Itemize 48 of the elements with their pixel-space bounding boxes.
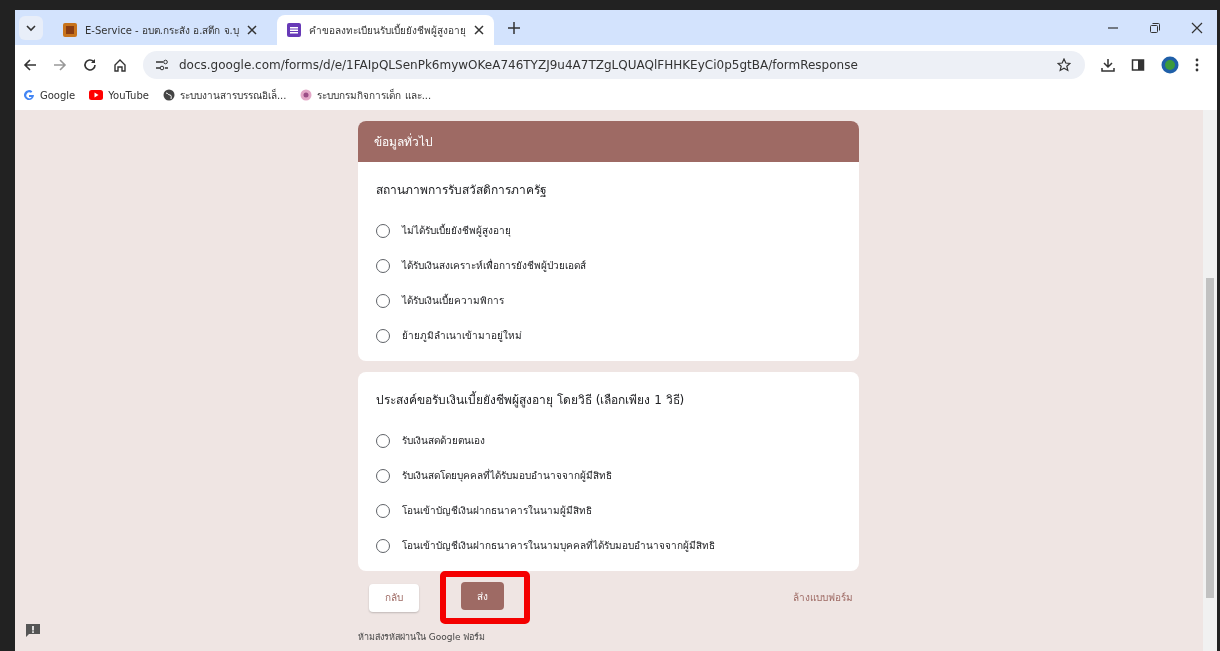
more-menu-icon[interactable] <box>1195 58 1199 72</box>
radio-option[interactable]: ได้รับเงินสงเคราะห์เพื่อการยังชีพผู้ป่วยเอดส์ <box>376 248 841 283</box>
radio-option[interactable]: ไม่ได้รับเบี้ยยังชีพผู้สูงอายุ <box>376 213 841 248</box>
close-tab-icon[interactable] <box>473 25 484 35</box>
url-text: docs.google.com/forms/d/e/1FAIpQLSenPk6mywOKeA746TYZJ9u4A7TZgLQUAQlFHHKEyCi0p5gtBA/formResponse <box>179 58 858 72</box>
submit-button[interactable]: ส่ง <box>461 582 504 610</box>
bookmark-link[interactable]: Google <box>23 89 76 101</box>
play-logo-icon <box>89 90 104 100</box>
profile-avatar-icon[interactable] <box>1161 56 1179 74</box>
close-tab-icon[interactable] <box>246 25 257 35</box>
globe-icon <box>162 89 175 101</box>
tab-search-button[interactable] <box>19 15 43 40</box>
side-panel-icon[interactable] <box>1131 58 1145 72</box>
browser-tab[interactable]: คำขอลงทะเบียนรับเบี้ยยังชีพผู้สูงอายุ <box>276 15 494 45</box>
radio-option[interactable]: ย้ายภูมิลำเนาเข้ามาอยู่ใหม่ <box>376 318 841 353</box>
question-title: สถานภาพการรับสวัสดิการภาครัฐ <box>376 182 548 199</box>
site-settings-icon[interactable] <box>155 59 169 71</box>
tab-title: E-Service - อบต.กระสัง อ.สตึก จ.บุ <box>85 23 239 38</box>
home-icon[interactable] <box>113 58 127 72</box>
password-warning: ห้ามส่งรหัสผ่านใน Google ฟอร์ม <box>358 631 487 644</box>
restore-icon[interactable] <box>1149 21 1161 34</box>
g-logo-icon <box>23 89 35 101</box>
question-title: ประสงค์ขอรับเงินเบี้ยยังชีพผู้สูงอายุ โดยวิธี (เลือกเพียง 1 วิธี) <box>376 390 686 409</box>
address-bar[interactable]: docs.google.com/forms/d/e/1FAIpQLSenPk6mywOKeA746TYZJ9u4A7TZgLQUAQlFHHKEyCi0p5gtBA/formResponse <box>143 51 1085 79</box>
round-logo-icon <box>300 89 313 101</box>
back-button[interactable]: กลับ <box>369 583 419 612</box>
feedback-icon[interactable] <box>25 623 41 639</box>
clear-form-link[interactable]: ล้างแบบฟอร์ม <box>793 590 859 605</box>
bookmark-link[interactable]: ระบบกรมกิจการเด็ก และ... <box>300 87 432 103</box>
star-icon[interactable] <box>1057 58 1071 72</box>
section-header: ข้อมูลทั่วไป <box>358 121 859 162</box>
back-arrow-icon[interactable] <box>23 58 37 72</box>
bookmark-link[interactable]: ระบบงานสารบรรณอิเล็... <box>162 87 287 103</box>
radio-option[interactable]: โอนเข้าบัญชีเงินฝากธนาคารในนามผู้มีสิทธิ <box>376 493 841 528</box>
new-tab-icon[interactable] <box>507 21 520 34</box>
reload-icon[interactable] <box>83 58 97 72</box>
radio-option[interactable]: รับเงินสดด้วยตนเอง <box>376 423 841 458</box>
forward-arrow-icon[interactable] <box>53 58 67 72</box>
tab-title: คำขอลงทะเบียนรับเบี้ยยังชีพผู้สูงอายุ <box>308 22 466 38</box>
forms-favicon-icon <box>286 23 301 37</box>
radio-option[interactable]: โอนเข้าบัญชีเงินฝากธนาคารในนามบุคคลที่ได้รับมอบอำนาจจากผู้มีสิทธิ <box>376 528 841 563</box>
radio-option[interactable]: ได้รับเงินเบี้ยความพิการ <box>376 283 841 318</box>
browser-tab[interactable]: E-Service - อบต.กระสัง อ.สตึก จ.บุ <box>53 15 267 45</box>
download-icon[interactable] <box>1101 58 1115 72</box>
radio-option[interactable]: รับเงินสดโดยบุคคลที่ได้รับมอบอำนาจจากผู้มีสิทธิ <box>376 458 841 493</box>
close-window-icon[interactable] <box>1191 21 1203 34</box>
bookmark-link[interactable]: YouTube <box>89 89 149 101</box>
site-favicon-icon <box>63 23 77 37</box>
